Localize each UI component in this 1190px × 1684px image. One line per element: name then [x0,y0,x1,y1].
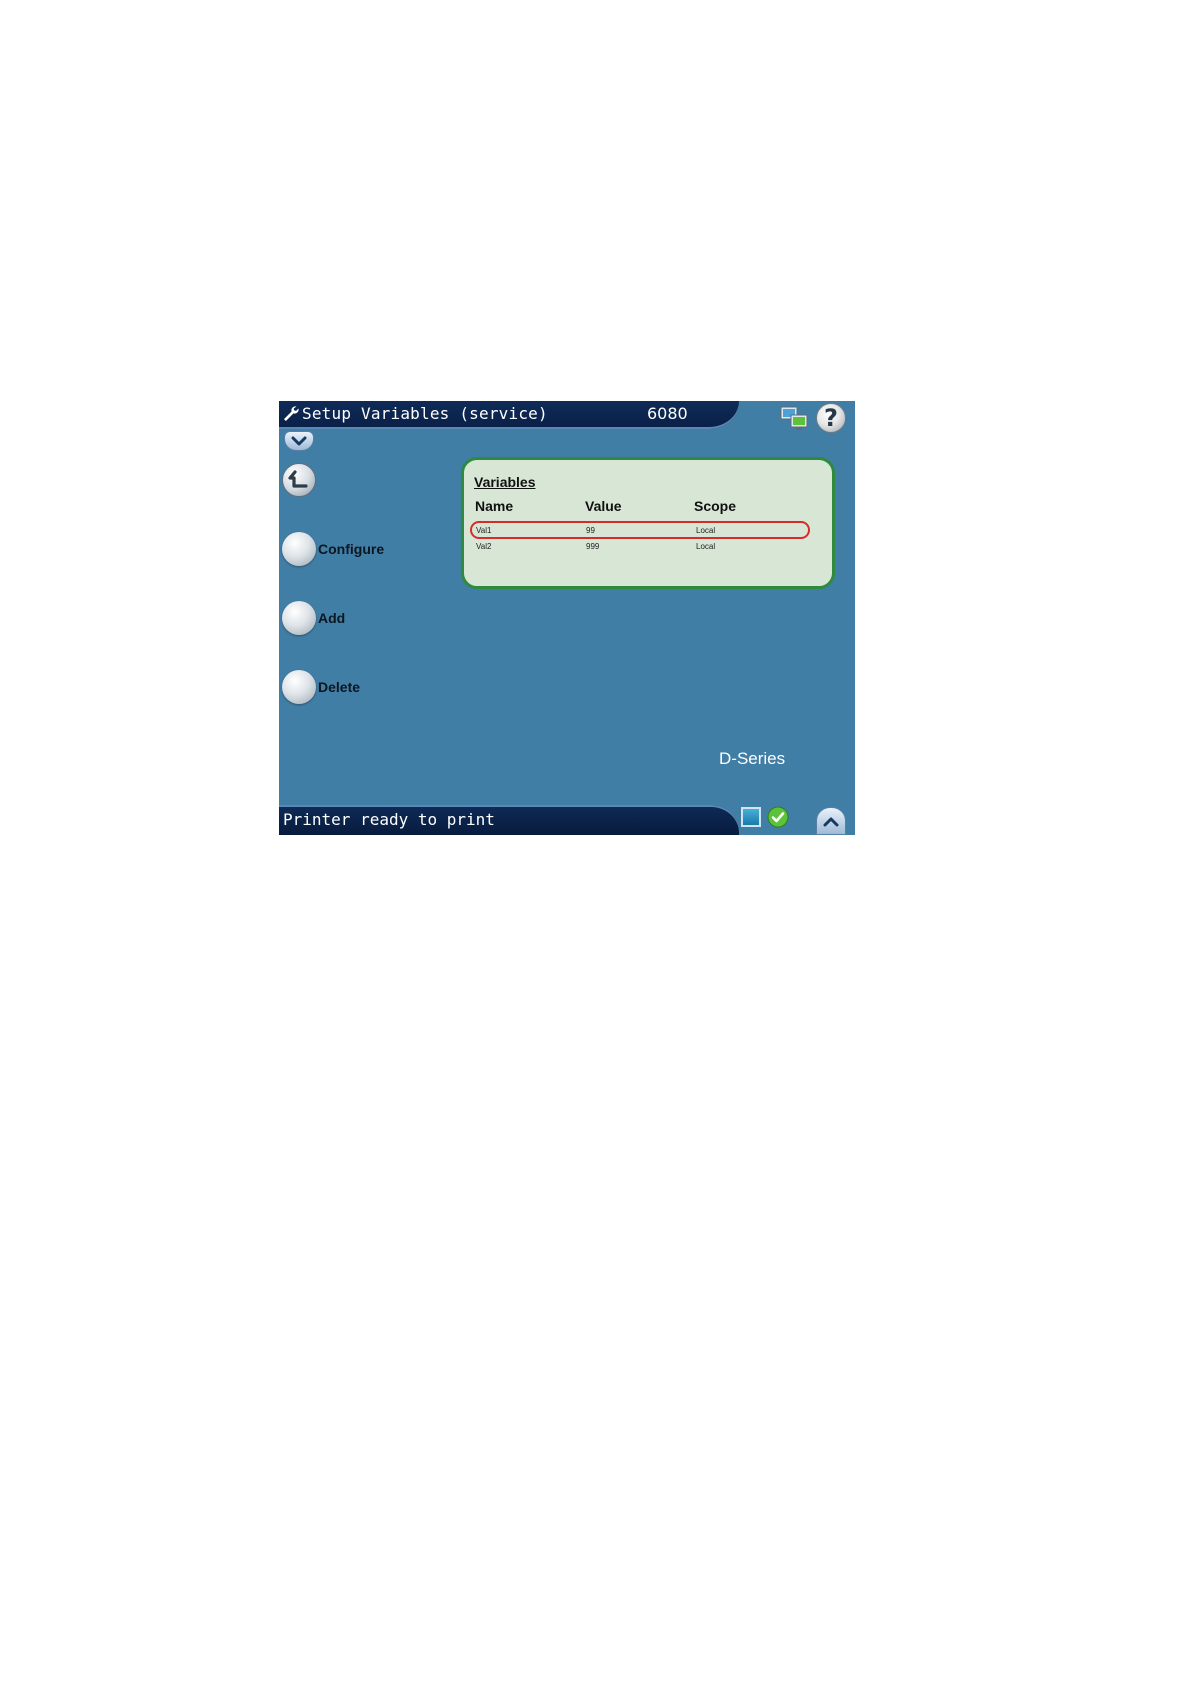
delete-button[interactable]: Delete [282,670,422,704]
variables-panel-title: Variables [474,474,536,490]
page-title: Setup Variables (service) [302,404,548,423]
row-name: Val1 [476,526,492,535]
add-button[interactable]: Add [282,601,422,635]
status-text: Printer ready to print [283,810,495,829]
check-circle-icon[interactable] [767,806,789,828]
table-row[interactable]: Val2 999 Local [470,539,810,557]
back-button[interactable] [282,463,316,497]
configure-orb[interactable] [282,532,316,566]
scroll-up-button[interactable] [816,807,846,835]
configure-button[interactable]: Configure [282,532,422,566]
row-value: 99 [586,526,595,535]
variables-panel: Variables Name Value Scope Val1 99 Local… [461,457,835,589]
title-bar: Setup Variables (service) 6080 [279,401,739,429]
chevron-down-icon [291,436,307,446]
chevron-up-icon [823,817,839,827]
delete-label: Delete [318,679,361,695]
column-header-value: Value [585,498,622,514]
row-value: 999 [586,542,600,551]
row-scope: Local [696,542,716,551]
brand-label: D-Series [719,749,786,768]
scroll-down-button[interactable] [284,431,314,451]
back-arrow-icon [288,470,308,488]
wrench-icon [284,406,299,421]
row-scope: Local [696,526,716,535]
configure-label: Configure [318,541,385,557]
column-header-scope: Scope [694,498,737,514]
table-row[interactable]: Val1 99 Local [470,521,810,539]
status-indicator-square[interactable] [741,807,761,827]
add-label: Add [318,610,346,626]
help-icon: ? [824,404,838,432]
help-button[interactable]: ? [816,403,846,433]
column-header-name: Name [475,498,514,514]
network-icon[interactable] [779,404,809,432]
screen-code: 6080 [647,404,688,423]
status-bar: Printer ready to print [279,805,739,835]
printer-screen: Setup Variables (service) 6080 ? Configu… [279,401,855,835]
row-name: Val2 [476,542,492,551]
add-orb[interactable] [282,601,316,635]
delete-orb[interactable] [282,670,316,704]
